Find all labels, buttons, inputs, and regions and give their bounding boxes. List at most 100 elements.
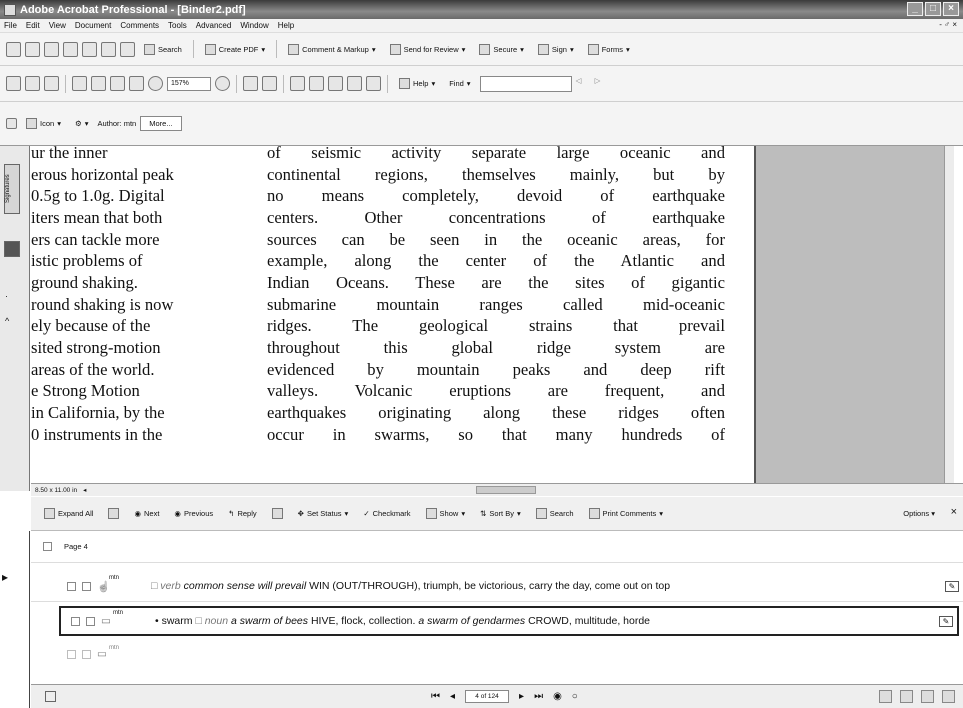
previous-button[interactable]: ◉ Previous (169, 506, 218, 521)
secure-button[interactable]: Secure ▾ (474, 41, 529, 58)
organizer-icon[interactable] (25, 41, 40, 57)
rotate-icon[interactable] (243, 76, 258, 91)
snapshot-icon[interactable] (44, 76, 59, 91)
last-page-icon[interactable]: ⏭ (534, 691, 543, 702)
menu-comments[interactable]: Comments (120, 21, 159, 30)
attach-icon[interactable] (101, 41, 116, 57)
properties-button[interactable]: ⚙ ▾ (70, 116, 94, 131)
email-icon[interactable] (120, 41, 135, 57)
layers-icon[interactable] (45, 691, 56, 702)
checkbox[interactable] (82, 649, 91, 659)
document-view[interactable]: ur the inner erous horizontal peak 0.5g to… (31, 146, 954, 483)
print-icon[interactable] (63, 41, 78, 57)
maximize-button[interactable]: □ (925, 2, 941, 16)
vertical-scrollbar[interactable] (944, 146, 954, 483)
find-next-icon[interactable]: ▷ (595, 76, 610, 91)
sort-by-button[interactable]: ⇅ Sort By ▾ (475, 506, 526, 521)
sign-button[interactable]: Sign ▾ (533, 41, 579, 58)
comment-row[interactable]: ☝ mtn □ verb common sense will prevail W… (57, 573, 963, 599)
page-number-field[interactable]: 4 of 124 (465, 690, 510, 703)
zoom-out-icon[interactable] (148, 76, 163, 91)
expand-box-icon[interactable] (71, 616, 80, 626)
highlight-icon[interactable] (290, 76, 305, 91)
expand-box-icon[interactable] (67, 649, 76, 659)
reply-button[interactable]: ↰ Reply (223, 506, 261, 521)
menu-file[interactable]: File (4, 21, 17, 30)
more-button[interactable]: More... (140, 116, 182, 131)
comment-markup-button[interactable]: Comment & Markup ▾ (283, 41, 380, 58)
zoom-in-icon[interactable] (215, 76, 230, 91)
edit-icon[interactable]: ✎ (939, 615, 953, 627)
previous-page-icon[interactable]: ◂ (450, 691, 455, 702)
options-menu[interactable]: Options ▾ (903, 509, 935, 518)
continuous-facing-icon[interactable] (942, 690, 955, 703)
close-comments-button[interactable]: × (951, 506, 957, 518)
menu-tools[interactable]: Tools (168, 21, 187, 30)
facing-icon[interactable] (921, 690, 934, 703)
find-previous-icon[interactable]: ◁ (576, 76, 591, 91)
menu-help[interactable]: Help (278, 21, 294, 30)
send-for-review-button[interactable]: Send for Review ▾ (385, 41, 471, 58)
text-markup-icon[interactable] (309, 76, 324, 91)
go-back-icon[interactable]: ◉ (553, 691, 562, 702)
select-text-icon[interactable] (25, 76, 40, 91)
stamp-icon[interactable] (328, 76, 343, 91)
collapse-arrow-icon[interactable]: ^ (5, 316, 9, 326)
note-tool-icon[interactable] (6, 118, 17, 129)
page-group-header[interactable]: Page 4 (31, 531, 963, 563)
print-comments-button[interactable]: Print Comments ▾ (584, 505, 669, 522)
comments-search-button[interactable]: Search (531, 505, 579, 522)
zoom-icon[interactable] (72, 76, 87, 91)
collapse-box-icon[interactable] (43, 542, 52, 551)
menu-window[interactable]: Window (240, 21, 268, 30)
menu-document[interactable]: Document (75, 21, 111, 30)
fit-width-icon[interactable] (129, 76, 144, 91)
document-window-controls[interactable]: - ♂ × (939, 20, 957, 29)
pages-tab[interactable] (4, 241, 20, 257)
horizontal-scroll-thumb[interactable] (476, 486, 536, 494)
open-icon[interactable] (6, 41, 21, 57)
checkbox[interactable] (86, 616, 95, 626)
attach-icon-button[interactable]: Icon ▾ (21, 115, 66, 132)
scroll-left-icon[interactable]: ◂ (83, 486, 86, 494)
save-icon[interactable] (44, 41, 59, 57)
text-edit-icon[interactable] (262, 76, 277, 91)
show-button[interactable]: Show ▾ (421, 505, 471, 522)
expand-all-button[interactable]: Expand All (39, 505, 98, 522)
checkmark-button[interactable]: ✓ Checkmark (358, 506, 415, 521)
close-window-button[interactable]: × (943, 2, 959, 16)
delete-button[interactable] (267, 505, 288, 522)
expand-box-icon[interactable] (67, 581, 76, 591)
set-status-button[interactable]: ✥ Set Status ▾ (293, 506, 354, 521)
single-page-icon[interactable] (879, 690, 892, 703)
next-page-icon[interactable]: ▸ (519, 691, 524, 702)
hand-tool-icon[interactable] (6, 76, 21, 91)
comment-row-selected[interactable]: ▭ mtn • swarm □ noun a swarm of bees HIV… (59, 606, 959, 636)
menu-edit[interactable]: Edit (26, 21, 40, 30)
nav-arrow-icon[interactable]: · (5, 291, 8, 301)
actual-size-icon[interactable] (91, 76, 106, 91)
menu-view[interactable]: View (49, 21, 66, 30)
forms-button[interactable]: Forms ▾ (583, 41, 635, 58)
first-page-icon[interactable]: ⏮ (431, 691, 440, 702)
collapse-button[interactable] (103, 505, 124, 522)
continuous-icon[interactable] (900, 690, 913, 703)
checkbox[interactable] (82, 581, 91, 591)
find-button[interactable]: Find ▾ (444, 76, 475, 91)
next-button[interactable]: ◉ Next (129, 506, 164, 521)
pencil-icon[interactable] (347, 76, 362, 91)
pages-icon[interactable] (82, 41, 97, 57)
attach-file-icon[interactable] (366, 76, 381, 91)
menu-advanced[interactable]: Advanced (196, 21, 232, 30)
fit-page-icon[interactable] (110, 76, 125, 91)
zoom-field[interactable]: 157% (167, 76, 211, 91)
find-input[interactable] (479, 75, 572, 92)
signatures-tab[interactable]: Signatures (4, 164, 20, 214)
go-forward-icon[interactable]: ○ (572, 691, 578, 702)
search-button[interactable]: Search (139, 41, 187, 58)
minimize-button[interactable]: _ (907, 2, 923, 16)
edit-icon[interactable]: ✎ (945, 580, 959, 592)
comment-row[interactable]: ▭ mtn (57, 643, 963, 665)
help-button[interactable]: Help ▾ (394, 75, 440, 92)
create-pdf-button[interactable]: Create PDF ▾ (200, 41, 270, 58)
